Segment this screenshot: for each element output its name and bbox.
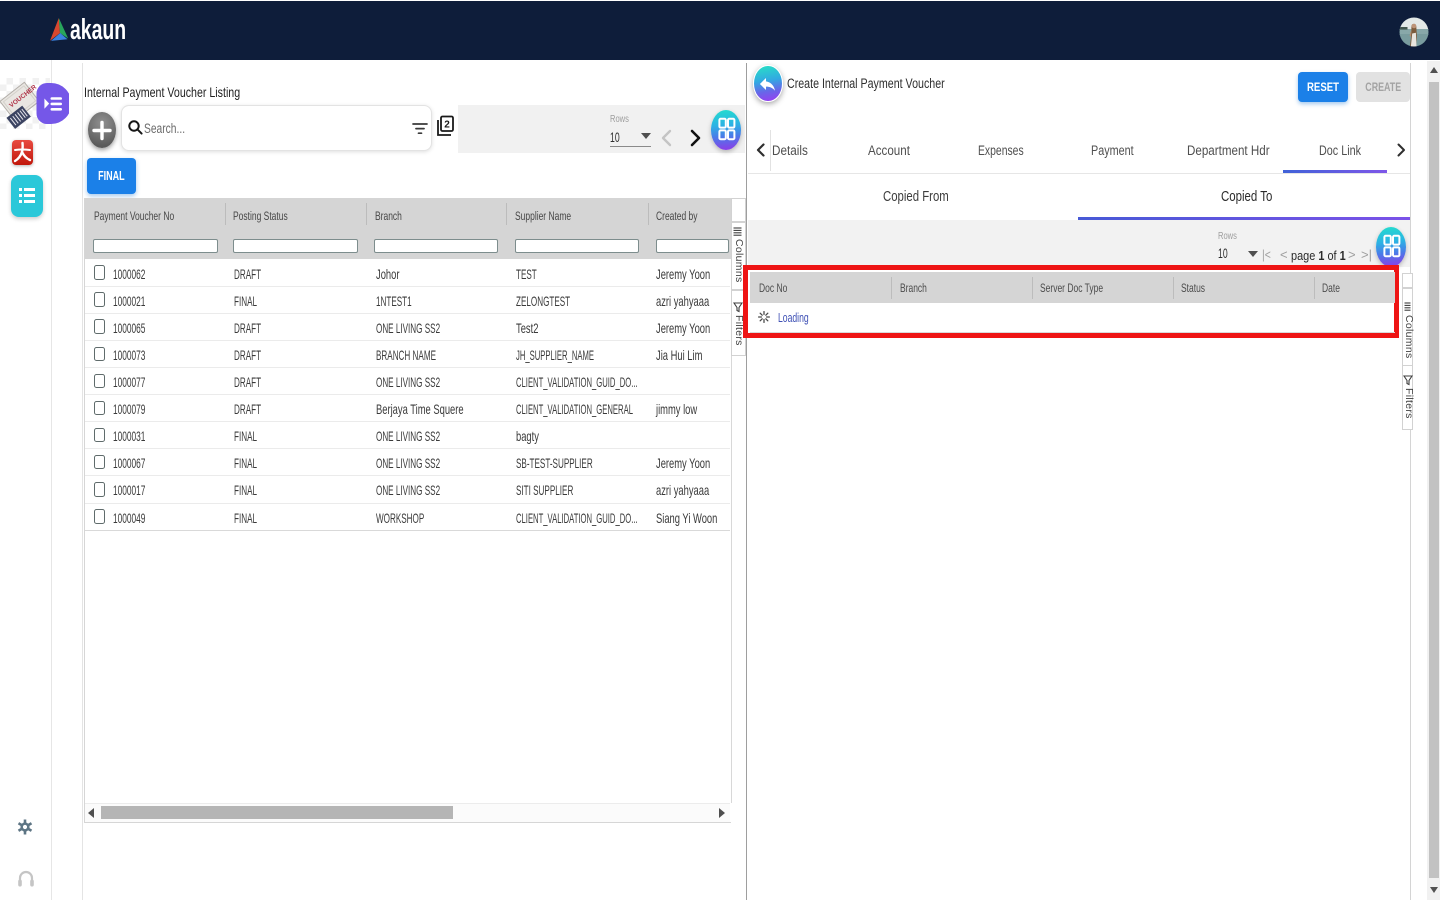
svg-text:2: 2 (444, 120, 450, 131)
